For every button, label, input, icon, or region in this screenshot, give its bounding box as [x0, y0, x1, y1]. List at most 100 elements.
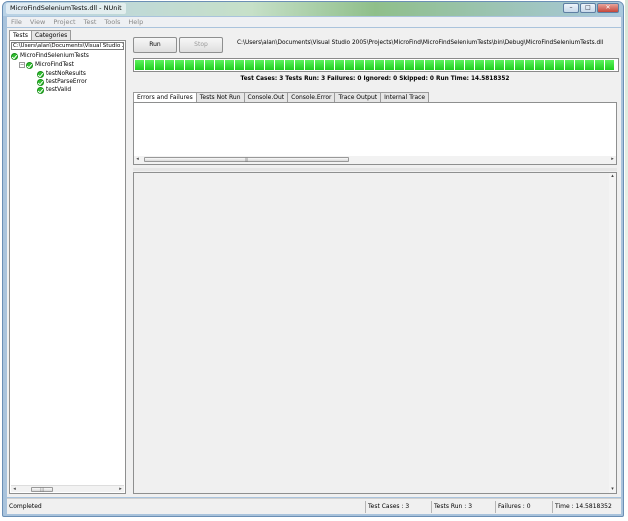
minimize-icon[interactable]: –: [563, 3, 579, 13]
client-area: Tests Categories C:\Users\alan\Documents…: [7, 28, 621, 497]
progress-block: [405, 60, 414, 70]
tab-errors-and-failures[interactable]: Errors and Failures: [133, 92, 197, 102]
progress-block: [195, 60, 204, 70]
progress-block: [285, 60, 294, 70]
project-path-field[interactable]: C:\Users\alan\Documents\Visual Studio 20: [11, 42, 124, 50]
progress-block: [565, 60, 574, 70]
errors-horizontal-scrollbar[interactable]: ◂ ||| ▸: [134, 156, 616, 164]
progress-block: [295, 60, 304, 70]
test-pass-icon: [37, 78, 44, 86]
progress-block: [385, 60, 394, 70]
progress-block: [135, 60, 144, 70]
title-bar[interactable]: MicroFindSeleniumTests.dll - NUnit – □ ✕: [3, 2, 623, 16]
progress-block: [545, 60, 554, 70]
tab-console-error[interactable]: Console.Error: [287, 92, 336, 102]
progress-block: [235, 60, 244, 70]
progress-block: [425, 60, 434, 70]
tree-node-label: MicroFindTest: [35, 62, 74, 68]
tree-node-test[interactable]: testNoResults: [37, 70, 86, 78]
menu-project[interactable]: Project: [53, 18, 75, 26]
tab-categories[interactable]: Categories: [30, 30, 72, 40]
progress-block: [465, 60, 474, 70]
tree-node-label: testParseError: [46, 79, 88, 85]
menu-help[interactable]: Help: [128, 18, 143, 26]
tests-panel: Tests Categories C:\Users\alan\Documents…: [7, 28, 126, 497]
close-icon[interactable]: ✕: [597, 3, 619, 13]
progress-block: [265, 60, 274, 70]
progress-block: [365, 60, 374, 70]
progress-block: [415, 60, 424, 70]
scroll-right-icon[interactable]: ▸: [117, 486, 124, 493]
progress-block: [485, 60, 494, 70]
tab-tests-not-run[interactable]: Tests Not Run: [195, 92, 245, 102]
progress-block: [395, 60, 404, 70]
progress-block: [475, 60, 484, 70]
tab-internal-trace[interactable]: Internal Trace: [380, 92, 430, 102]
progress-block: [215, 60, 224, 70]
status-time: Time : 14.5818352: [552, 501, 619, 513]
progress-block: [575, 60, 584, 70]
progress-block: [585, 60, 594, 70]
progress-block: [435, 60, 444, 70]
scroll-thumb[interactable]: |||: [31, 487, 53, 492]
run-button[interactable]: Run: [133, 37, 177, 53]
nunit-window: MicroFindSeleniumTests.dll - NUnit – □ ✕…: [2, 1, 624, 517]
scroll-left-icon[interactable]: ◂: [134, 156, 141, 163]
scroll-down-icon[interactable]: ▾: [609, 486, 616, 493]
test-pass-icon: [26, 61, 33, 69]
progress-block: [165, 60, 174, 70]
progress-block: [515, 60, 524, 70]
test-pass-icon: [37, 86, 44, 94]
tree-node-test[interactable]: testValid: [37, 86, 71, 94]
tree-node-fixture[interactable]: − MicroFindTest: [19, 61, 74, 69]
menu-view[interactable]: View: [30, 18, 45, 26]
status-test-cases: Test Cases : 3: [365, 501, 429, 513]
progress-block: [145, 60, 154, 70]
tab-trace-output[interactable]: Trace Output: [334, 92, 382, 102]
results-panel: Run Stop C:\Users\alan\Documents\Visual …: [131, 28, 619, 497]
progress-block: [175, 60, 184, 70]
progress-block: [445, 60, 454, 70]
test-pass-icon: [11, 52, 18, 60]
tree-node-root[interactable]: MicroFindSeleniumTests: [11, 52, 89, 60]
test-pass-icon: [37, 70, 44, 78]
tree-horizontal-scrollbar[interactable]: ◂ ||| ▸: [11, 485, 124, 492]
progress-block: [495, 60, 504, 70]
menu-test[interactable]: Test: [84, 18, 97, 26]
progress-block: [315, 60, 324, 70]
progress-fill: [135, 60, 614, 70]
test-tree: C:\Users\alan\Documents\Visual Studio 20…: [9, 40, 126, 494]
menu-file[interactable]: File: [11, 18, 22, 26]
stack-trace-area[interactable]: ▴ ▾: [133, 172, 617, 494]
menu-bar: File View Project Test Tools Help: [7, 17, 621, 27]
progress-block: [325, 60, 334, 70]
scroll-thumb[interactable]: |||: [144, 157, 349, 162]
progress-block: [345, 60, 354, 70]
detail-vertical-scrollbar[interactable]: ▴ ▾: [609, 173, 616, 493]
result-tabs: Errors and Failures Tests Not Run Consol…: [133, 92, 430, 102]
maximize-icon[interactable]: □: [580, 3, 596, 13]
status-failures: Failures : 0: [495, 501, 550, 513]
progress-block: [245, 60, 254, 70]
status-state: Completed: [9, 503, 42, 510]
menu-tools[interactable]: Tools: [104, 18, 120, 26]
scroll-right-icon[interactable]: ▸: [609, 156, 616, 163]
errors-list[interactable]: ◂ ||| ▸: [133, 102, 617, 165]
tab-console-out[interactable]: Console.Out: [243, 92, 289, 102]
progress-block: [555, 60, 564, 70]
collapse-icon[interactable]: −: [19, 62, 25, 68]
progress-block: [605, 60, 614, 70]
progress-block: [155, 60, 164, 70]
scroll-left-icon[interactable]: ◂: [11, 486, 18, 493]
progress-block: [335, 60, 344, 70]
progress-block: [225, 60, 234, 70]
stop-button[interactable]: Stop: [179, 37, 223, 53]
progress-block: [185, 60, 194, 70]
status-bar: Completed Test Cases : 3 Tests Run : 3 F…: [7, 498, 621, 514]
splitter[interactable]: [133, 168, 617, 171]
progress-block: [535, 60, 544, 70]
run-summary: Test Cases: 3 Tests Run: 3 Failures: 0 I…: [240, 76, 510, 82]
tree-node-test[interactable]: testParseError: [37, 78, 87, 86]
scroll-up-icon[interactable]: ▴: [609, 173, 616, 180]
left-tabs: Tests Categories: [9, 30, 72, 41]
